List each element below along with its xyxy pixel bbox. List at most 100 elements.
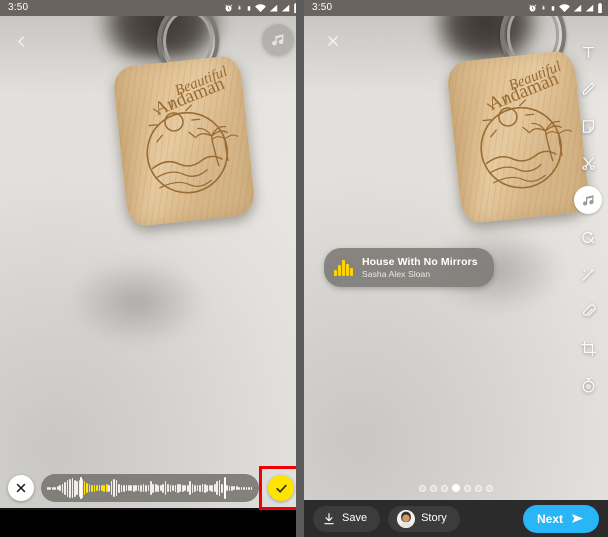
waveform-bar [137, 485, 140, 491]
photo-canvas-left: Beautiful Andaman [0, 16, 304, 508]
waveform-bar [218, 480, 221, 496]
vibrate-icon [247, 5, 251, 11]
tab-crop-tool[interactable] [574, 334, 602, 362]
save-label: Save [342, 512, 368, 524]
waveform-bar [98, 485, 101, 491]
waveform-bar [201, 484, 204, 492]
paperclip-icon [582, 303, 596, 316]
tab-timer-tool[interactable] [574, 371, 602, 399]
waveform-bar [204, 483, 206, 493]
trim-handle-end[interactable] [224, 477, 226, 499]
waveform-bar [88, 484, 91, 492]
avatar-icon [397, 509, 416, 528]
waveform-bar [167, 484, 169, 492]
waveform-bar [184, 485, 187, 491]
waveform-bar [240, 486, 243, 490]
song-meta: House With No Mirrors Sasha Alex Sloan [362, 256, 478, 279]
waveform-bar [71, 478, 74, 498]
save-button[interactable]: Save [313, 505, 381, 532]
waveform-bar [174, 484, 177, 492]
tab-text-tool[interactable] [574, 38, 602, 66]
photo-shadow [42, 242, 232, 363]
screenshot-root: 3:50 Beautiful Andaman 3:50 Beautiful An… [0, 0, 608, 537]
trim-confirm-button[interactable] [268, 475, 294, 501]
next-button[interactable]: Next [522, 504, 599, 533]
waveform-bar [235, 486, 238, 490]
waveform-bar [238, 486, 241, 490]
trim-cancel-button[interactable] [8, 475, 34, 501]
song-sticker-card[interactable]: House With No Mirrors Sasha Alex Sloan [324, 248, 494, 287]
bottom-black-bar [0, 510, 304, 537]
waveform-bar [76, 481, 79, 495]
left-panel-music-trim: 3:50 Beautiful Andaman [0, 0, 304, 537]
send-arrow-icon [571, 514, 584, 523]
waveform-bar [64, 481, 66, 495]
equalizer-bar [334, 270, 337, 276]
waveform-bar [103, 484, 106, 492]
status-time: 3:50 [312, 2, 333, 13]
song-artist: Sasha Alex Sloan [361, 269, 431, 279]
pencil-icon [582, 82, 594, 95]
signal-icon [281, 4, 290, 11]
music-note-icon [272, 34, 284, 46]
waveform-bar [177, 483, 179, 493]
waveform-bar [216, 481, 218, 495]
alarm-icon [529, 4, 537, 11]
equalizer-icon [334, 259, 353, 276]
tab-cut-tool[interactable] [574, 149, 602, 177]
check-icon [275, 484, 287, 493]
page-dot [452, 484, 460, 492]
waveform-bar [164, 481, 167, 495]
story-button[interactable]: Story [388, 505, 460, 532]
back-button[interactable] [8, 28, 34, 54]
waveform-bar [208, 485, 211, 491]
waveform-bar [142, 484, 145, 492]
waveform-bar [59, 485, 61, 491]
next-label: Next [536, 511, 563, 526]
scissors-icon [581, 156, 595, 170]
waveform-bar [189, 481, 191, 495]
trim-handle-start[interactable] [80, 477, 82, 499]
equalizer-bar [342, 260, 345, 276]
right-panel-story-edit: 3:50 Beautiful Andaman House With No Mir… [304, 0, 608, 537]
edit-toolbar [568, 38, 608, 399]
tab-music-tool[interactable] [574, 186, 602, 214]
waveform-bar [86, 483, 88, 493]
song-title: House With No Mirrors [361, 256, 478, 268]
waveform-bar [191, 483, 194, 493]
action-bar: Save Story Next [304, 500, 608, 537]
tab-sticker-tool[interactable] [574, 112, 602, 140]
page-dot [430, 484, 437, 492]
waveform-bar [51, 486, 54, 490]
page-dot [475, 484, 482, 492]
page-dot [486, 484, 493, 492]
waveform-bar [248, 486, 250, 490]
close-icon [328, 36, 338, 46]
wifi-icon [255, 3, 266, 12]
waveform-bar [245, 486, 248, 490]
battery-icon [598, 3, 602, 13]
waveform-bar [108, 484, 111, 492]
page-dot [441, 484, 448, 492]
waveform-bar [83, 481, 86, 495]
waveform-bar [150, 481, 152, 495]
waveform-bar [127, 485, 130, 491]
status-icon-group [528, 3, 603, 13]
text-icon [582, 46, 594, 58]
tab-attach-tool[interactable] [574, 297, 602, 325]
tab-magic-eraser-tool[interactable] [574, 223, 602, 251]
music-button[interactable] [262, 24, 294, 56]
waveform-bar [49, 486, 52, 490]
tab-draw-tool[interactable] [574, 75, 602, 103]
tab-effects-tool[interactable] [574, 260, 602, 288]
status-time: 3:50 [8, 2, 29, 13]
waveform-bar [105, 484, 108, 492]
music-note-icon [582, 194, 593, 206]
waveform-bar [147, 485, 150, 491]
keychain-engraving: Beautiful Andaman [146, 64, 239, 194]
story-label: Story [421, 512, 447, 524]
download-icon [324, 512, 334, 524]
close-button[interactable] [320, 28, 346, 54]
waveform-scrubber[interactable] [41, 474, 259, 502]
chevron-left-icon [17, 35, 24, 47]
